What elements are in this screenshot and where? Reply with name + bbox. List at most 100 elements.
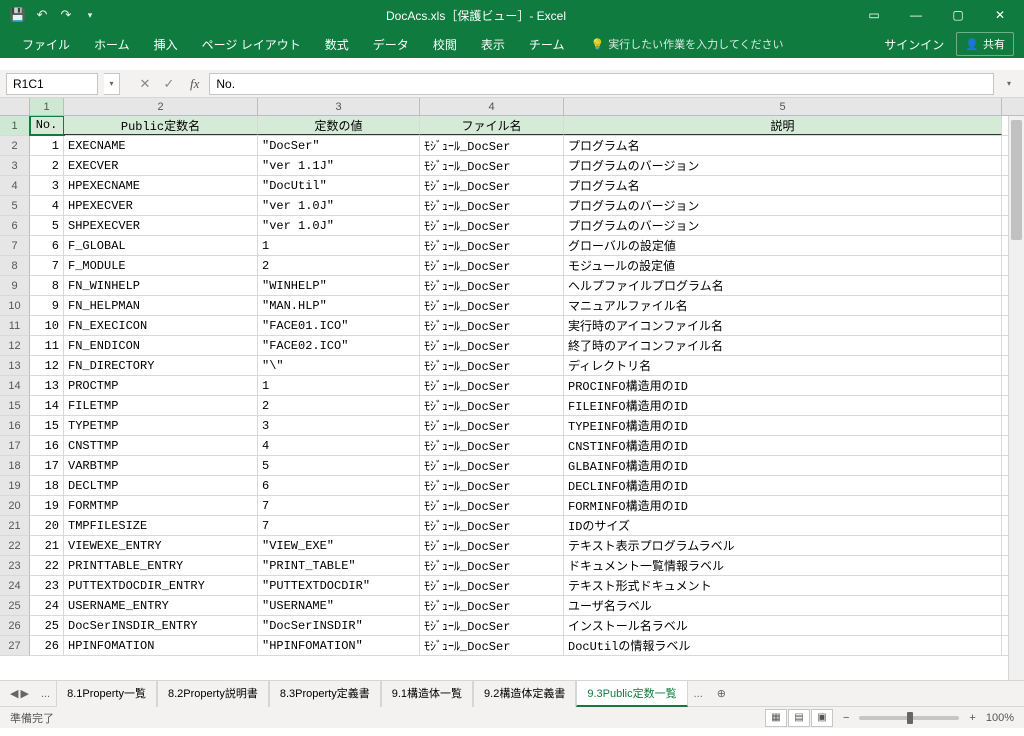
cell[interactable]: ﾓｼﾞｭｰﾙ_DocSer (420, 236, 564, 255)
cell[interactable]: 6 (258, 476, 420, 495)
sheet-tab[interactable]: 8.3Property定義書 (269, 680, 381, 707)
cell[interactable]: 6 (30, 236, 64, 255)
cell[interactable]: "FACE01.ICO" (258, 316, 420, 335)
ribbon-tab[interactable]: 校閲 (421, 32, 469, 57)
ribbon-tab[interactable]: ページ レイアウト (190, 32, 313, 57)
cell[interactable]: ﾓｼﾞｭｰﾙ_DocSer (420, 316, 564, 335)
cell[interactable]: TYPEINFO構造用のID (564, 416, 1002, 435)
cell[interactable]: ﾓｼﾞｭｰﾙ_DocSer (420, 176, 564, 195)
row-header[interactable]: 16 (0, 416, 30, 436)
col-header[interactable]: 2 (64, 98, 258, 115)
cell[interactable]: "WINHELP" (258, 276, 420, 295)
row-header[interactable]: 23 (0, 556, 30, 576)
cell[interactable]: TYPETMP (64, 416, 258, 435)
cell[interactable]: マニュアルファイル名 (564, 296, 1002, 315)
cell[interactable]: ﾓｼﾞｭｰﾙ_DocSer (420, 416, 564, 435)
cell[interactable]: GLBAINFO構造用のID (564, 456, 1002, 475)
cell[interactable]: 17 (30, 456, 64, 475)
sheet-tab[interactable]: 9.2構造体定義書 (473, 680, 576, 707)
redo-icon[interactable]: ↷ (58, 7, 74, 23)
name-box-dropdown[interactable]: ▾ (104, 73, 120, 95)
row-header[interactable]: 5 (0, 196, 30, 216)
zoom-out-button[interactable]: − (843, 712, 849, 724)
cell[interactable]: "HPINFOMATION" (258, 636, 420, 655)
row-header[interactable]: 25 (0, 596, 30, 616)
cell[interactable]: DocUtilの情報ラベル (564, 636, 1002, 655)
cell[interactable]: ﾓｼﾞｭｰﾙ_DocSer (420, 276, 564, 295)
cell[interactable]: FILEINFO構造用のID (564, 396, 1002, 415)
cell[interactable]: "DocSerINSDIR" (258, 616, 420, 635)
cell[interactable]: ﾓｼﾞｭｰﾙ_DocSer (420, 156, 564, 175)
cell[interactable]: ﾓｼﾞｭｰﾙ_DocSer (420, 456, 564, 475)
header-cell[interactable]: Public定数名 (64, 116, 258, 135)
header-cell[interactable]: No. (30, 116, 64, 135)
cell[interactable]: PROCTMP (64, 376, 258, 395)
cell[interactable]: プログラムのバージョン (564, 196, 1002, 215)
cell[interactable]: F_GLOBAL (64, 236, 258, 255)
cell[interactable]: "DocSer" (258, 136, 420, 155)
cell[interactable]: 19 (30, 496, 64, 515)
cell[interactable]: 1 (258, 376, 420, 395)
row-header[interactable]: 26 (0, 616, 30, 636)
cell[interactable]: DECLTMP (64, 476, 258, 495)
cell[interactable]: 21 (30, 536, 64, 555)
cell[interactable]: 4 (30, 196, 64, 215)
cell[interactable]: プログラムのバージョン (564, 216, 1002, 235)
sheet-tabs-overflow-right[interactable]: ... (688, 688, 709, 700)
cell[interactable]: "DocUtil" (258, 176, 420, 195)
col-header[interactable]: 4 (420, 98, 564, 115)
page-layout-view-button[interactable]: ▤ (788, 709, 810, 727)
cell[interactable]: 20 (30, 516, 64, 535)
cell[interactable]: 7 (30, 256, 64, 275)
qat-customize-icon[interactable]: ▾ (82, 7, 98, 23)
row-header[interactable]: 10 (0, 296, 30, 316)
normal-view-button[interactable]: ▦ (765, 709, 787, 727)
cell[interactable]: 18 (30, 476, 64, 495)
cell[interactable]: ﾓｼﾞｭｰﾙ_DocSer (420, 596, 564, 615)
cell[interactable]: 25 (30, 616, 64, 635)
cell[interactable]: "PUTTEXTDOCDIR" (258, 576, 420, 595)
header-cell[interactable]: 説明 (564, 116, 1002, 135)
row-header[interactable]: 27 (0, 636, 30, 656)
zoom-slider-thumb[interactable] (907, 712, 913, 724)
cell[interactable]: ﾓｼﾞｭｰﾙ_DocSer (420, 376, 564, 395)
cell[interactable]: 1 (30, 136, 64, 155)
row-header[interactable]: 12 (0, 336, 30, 356)
cell[interactable]: HPEXECNAME (64, 176, 258, 195)
cell[interactable]: HPEXECVER (64, 196, 258, 215)
cell[interactable]: テキスト表示プログラムラベル (564, 536, 1002, 555)
cell[interactable]: CNSTTMP (64, 436, 258, 455)
ribbon-tab[interactable]: 挿入 (142, 32, 190, 57)
cell[interactable]: プログラム名 (564, 136, 1002, 155)
cell[interactable]: 1 (258, 236, 420, 255)
ribbon-tab[interactable]: 表示 (469, 32, 517, 57)
cell[interactable]: EXECVER (64, 156, 258, 175)
header-cell[interactable]: 定数の値 (258, 116, 420, 135)
cell[interactable]: 2 (258, 256, 420, 275)
row-header[interactable]: 11 (0, 316, 30, 336)
cell[interactable]: 7 (258, 496, 420, 515)
add-sheet-button[interactable]: ⊕ (709, 683, 734, 704)
cell[interactable]: ﾓｼﾞｭｰﾙ_DocSer (420, 136, 564, 155)
cell[interactable]: ﾓｼﾞｭｰﾙ_DocSer (420, 616, 564, 635)
enter-formula-button[interactable]: ✓ (158, 73, 180, 95)
cell[interactable]: "\" (258, 356, 420, 375)
cell[interactable]: 2 (258, 396, 420, 415)
cell[interactable]: "PRINT_TABLE" (258, 556, 420, 575)
row-header[interactable]: 22 (0, 536, 30, 556)
cell[interactable]: FN_ENDICON (64, 336, 258, 355)
cell[interactable]: 11 (30, 336, 64, 355)
cell[interactable]: IDのサイズ (564, 516, 1002, 535)
cell[interactable]: VARBTMP (64, 456, 258, 475)
ribbon-tab[interactable]: データ (361, 32, 421, 57)
cell[interactable]: "ver 1.0J" (258, 196, 420, 215)
cell[interactable]: ﾓｼﾞｭｰﾙ_DocSer (420, 296, 564, 315)
zoom-level[interactable]: 100% (986, 712, 1014, 724)
cell[interactable]: ﾓｼﾞｭｰﾙ_DocSer (420, 436, 564, 455)
row-header[interactable]: 21 (0, 516, 30, 536)
row-header[interactable]: 1 (0, 116, 30, 136)
cell[interactable]: FILETMP (64, 396, 258, 415)
cell[interactable]: ﾓｼﾞｭｰﾙ_DocSer (420, 196, 564, 215)
cell[interactable]: "VIEW_EXE" (258, 536, 420, 555)
cell[interactable]: 4 (258, 436, 420, 455)
